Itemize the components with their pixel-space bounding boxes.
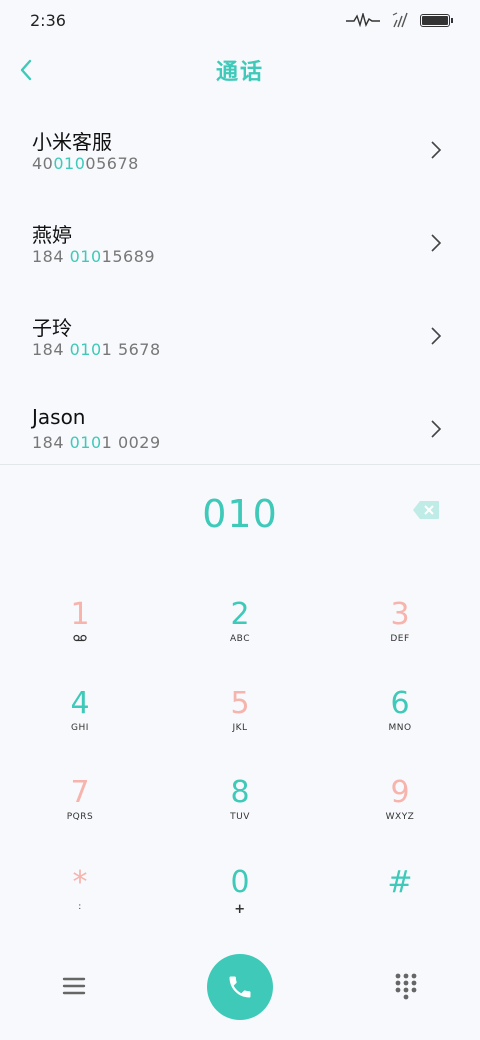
number-suffix: 1 0029 bbox=[101, 433, 161, 452]
number-prefix: 184 bbox=[32, 247, 70, 266]
divider bbox=[0, 464, 480, 465]
key-letters: ABC bbox=[230, 634, 250, 644]
contact-name: 子玲 bbox=[32, 316, 72, 340]
key-hash[interactable]: # bbox=[340, 866, 460, 936]
key-digit: 9 bbox=[390, 775, 410, 810]
phone-icon bbox=[229, 976, 251, 998]
contact-name: Jason bbox=[32, 405, 86, 429]
key-digit: * bbox=[72, 865, 88, 900]
key-digit: # bbox=[387, 865, 413, 900]
contact-number: 4001005678 bbox=[32, 154, 139, 173]
number-match: 010 bbox=[53, 154, 86, 173]
key-0[interactable]: 0 + bbox=[180, 866, 300, 936]
key-digit: 8 bbox=[230, 775, 250, 810]
key-letters: + bbox=[234, 902, 246, 917]
number-prefix: 184 bbox=[32, 340, 70, 359]
key-7[interactable]: 7 PQRS bbox=[20, 776, 140, 846]
key-2[interactable]: 2 ABC bbox=[180, 598, 300, 668]
voicemail-icon bbox=[20, 634, 140, 645]
backspace-icon[interactable] bbox=[412, 500, 440, 520]
key-digit: 5 bbox=[230, 686, 250, 721]
chevron-right-icon bbox=[431, 234, 442, 252]
number-suffix: 05678 bbox=[85, 154, 139, 173]
key-letters: DEF bbox=[390, 634, 410, 644]
number-suffix: 15689 bbox=[101, 247, 156, 266]
contact-number: 184 0101 5678 bbox=[32, 340, 161, 359]
chevron-right-icon bbox=[431, 420, 442, 438]
dial-display: 010 bbox=[0, 486, 480, 542]
contact-row[interactable]: 小米客服 4001005678 bbox=[0, 104, 480, 197]
key-4[interactable]: 4 GHI bbox=[20, 687, 140, 757]
number-match: 010 bbox=[69, 433, 102, 452]
key-letters: PQRS bbox=[66, 812, 94, 822]
key-digit: 6 bbox=[390, 686, 410, 721]
key-digit: 2 bbox=[230, 597, 250, 632]
contact-number: 184 01015689 bbox=[32, 247, 155, 266]
key-6[interactable]: 6 MNO bbox=[340, 687, 460, 757]
key-digit: 4 bbox=[70, 686, 90, 721]
bottom-bar bbox=[0, 950, 480, 1022]
no-signal-icon bbox=[392, 12, 408, 28]
key-digit: 1 bbox=[70, 597, 90, 632]
battery-level bbox=[422, 15, 448, 25]
key-letters: TUV bbox=[230, 812, 250, 822]
contact-number: 184 0101 0029 bbox=[32, 433, 161, 452]
number-suffix: 1 5678 bbox=[101, 340, 161, 359]
dialpad-icon bbox=[395, 973, 417, 1000]
status-icons bbox=[346, 12, 453, 28]
key-digit: 7 bbox=[70, 775, 90, 810]
call-button[interactable] bbox=[207, 954, 273, 1020]
waveform-icon bbox=[346, 13, 380, 27]
key-8[interactable]: 8 TUV bbox=[180, 776, 300, 846]
key-letters: WXYZ bbox=[385, 812, 415, 822]
number-match: 010 bbox=[69, 340, 102, 359]
status-time: 2:36 bbox=[30, 10, 66, 30]
key-digit: 3 bbox=[390, 597, 410, 632]
battery-icon bbox=[420, 13, 453, 27]
status-bar: 2:36 bbox=[0, 0, 480, 40]
key-letters: MNO bbox=[388, 723, 412, 733]
contact-row[interactable]: 燕婷 184 01015689 bbox=[0, 197, 480, 290]
key-letters: JKL bbox=[232, 723, 248, 733]
chevron-right-icon bbox=[431, 141, 442, 159]
chevron-left-icon bbox=[20, 59, 32, 81]
menu-button[interactable] bbox=[60, 972, 88, 1000]
number-prefix: 184 bbox=[32, 433, 70, 452]
number-match: 010 bbox=[69, 247, 102, 266]
number-prefix: 40 bbox=[32, 154, 54, 173]
key-1[interactable]: 1 bbox=[20, 598, 140, 668]
key-5[interactable]: 5 JKL bbox=[180, 687, 300, 757]
key-letters: : bbox=[78, 902, 82, 912]
chevron-right-icon bbox=[431, 327, 442, 345]
contact-list: 小米客服 4001005678 燕婷 184 01015689 子玲 184 0… bbox=[0, 104, 480, 476]
dialed-number: 010 bbox=[202, 492, 278, 536]
contact-row[interactable]: Jason 184 0101 0029 bbox=[0, 383, 480, 476]
key-9[interactable]: 9 WXYZ bbox=[340, 776, 460, 846]
key-star[interactable]: * : bbox=[20, 866, 140, 936]
page-title: 通话 bbox=[215, 60, 264, 85]
key-digit: 0 bbox=[230, 865, 250, 900]
contact-row[interactable]: 子玲 184 0101 5678 bbox=[0, 290, 480, 383]
key-3[interactable]: 3 DEF bbox=[340, 598, 460, 668]
header: 通话 bbox=[0, 46, 480, 94]
menu-icon bbox=[62, 977, 86, 995]
dialpad-button[interactable] bbox=[394, 972, 418, 1000]
contact-name: 小米客服 bbox=[32, 130, 112, 154]
key-letters: GHI bbox=[71, 723, 89, 733]
contact-name: 燕婷 bbox=[32, 223, 72, 247]
back-button[interactable] bbox=[14, 54, 38, 86]
